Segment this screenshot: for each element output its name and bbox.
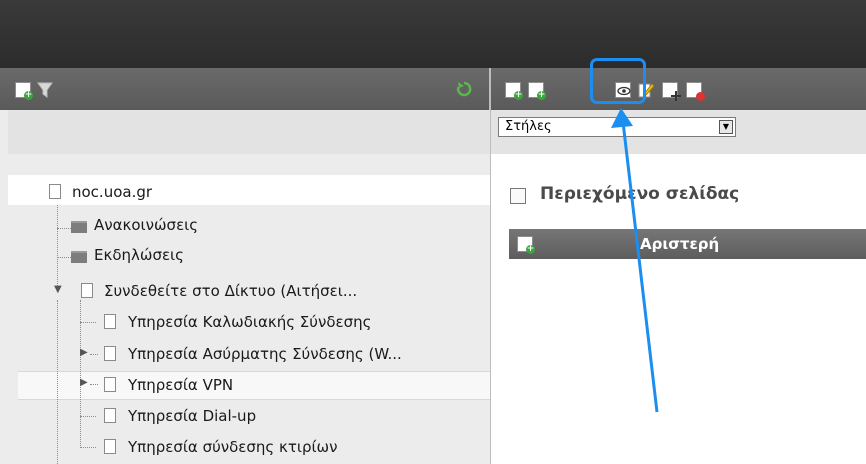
annotation-arrow — [611, 108, 659, 413]
